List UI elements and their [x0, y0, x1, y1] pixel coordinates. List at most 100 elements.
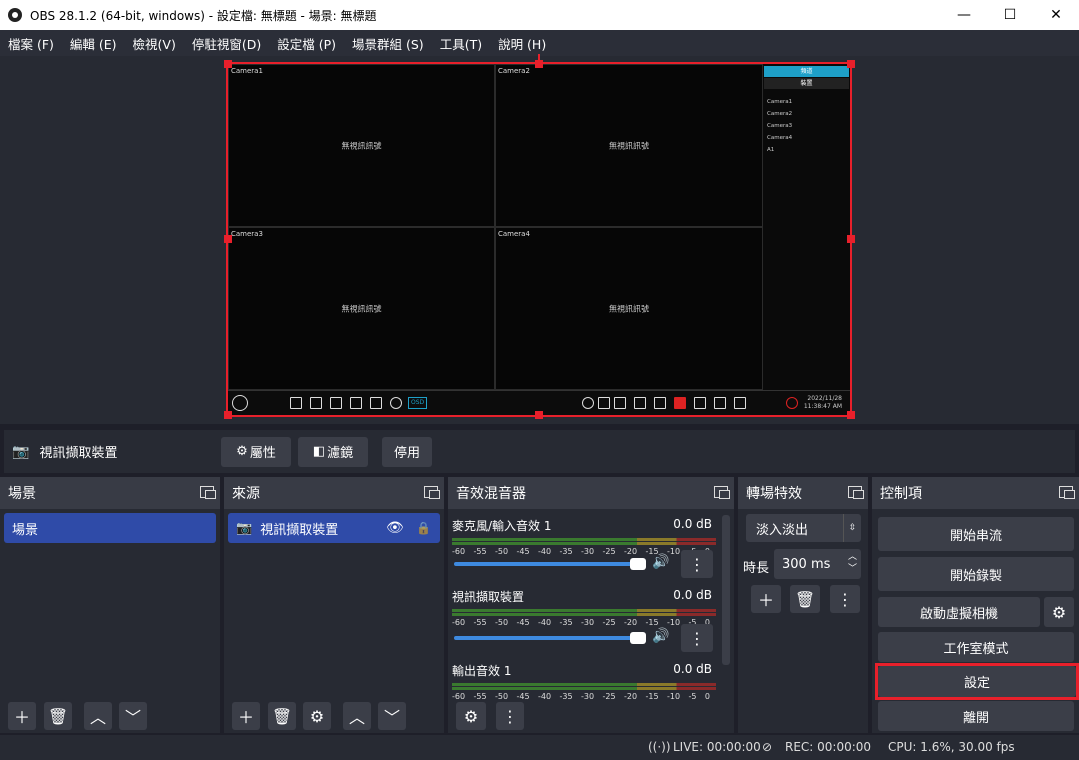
properties-button[interactable]: ⚙ 屬性 [221, 436, 291, 467]
transition-menu-button[interactable]: ⋮ [830, 585, 860, 613]
channel-menu-button[interactable]: ⋮ [681, 624, 713, 652]
start-virtual-camera-button[interactable]: 啟動虛擬相機 [878, 597, 1040, 627]
spin-arrows-icon[interactable]: ︿ ﹀ [848, 551, 857, 575]
playback-icon [654, 397, 666, 409]
close-button[interactable]: ✕ [1033, 0, 1079, 30]
audio-mixer-dock: 音效混音器 麥克風/輸入音效 1 0.0 dB -60 -55 -50 -45 -40 -3… [448, 477, 734, 733]
nvr-time: 11:38:47 AM [803, 403, 842, 410]
undock-icon[interactable] [424, 486, 440, 499]
resize-handle[interactable] [847, 60, 855, 68]
deactivate-button[interactable]: 停用 [382, 436, 432, 467]
source-item[interactable]: 📷 視訊擷取裝置 👁 🔒 [228, 513, 440, 543]
slider-handle[interactable] [630, 558, 646, 570]
menu-view[interactable]: 檢視(V) [129, 34, 180, 53]
speaker-icon[interactable]: 🔊 [652, 628, 669, 644]
slider-handle[interactable] [630, 632, 646, 644]
menu-scene-collection[interactable]: 場景群組 (S) [348, 34, 428, 53]
resize-handle[interactable] [847, 235, 855, 243]
undock-icon[interactable] [714, 486, 730, 499]
resize-handle[interactable] [224, 235, 232, 243]
meter-ticks: -60-55-50-45-40-35-30-25-20-15-10-50 [452, 692, 710, 701]
channel-menu-button[interactable]: ⋮ [681, 550, 713, 578]
camera-label: Camera1 [231, 67, 263, 75]
minimize-button[interactable]: — [941, 0, 987, 30]
start-streaming-button[interactable]: 開始串流 [878, 517, 1074, 551]
studio-mode-button[interactable]: 工作室模式 [878, 632, 1074, 662]
transition-select[interactable]: 淡入淡出 ⇳ [746, 514, 861, 542]
exit-button[interactable]: 離開 [878, 701, 1074, 731]
nvr-datetime: 2022/11/28 11:38:47 AM [804, 395, 842, 411]
add-source-button[interactable]: ＋ [232, 702, 260, 730]
chevron-up-icon: ︿ [89, 708, 106, 727]
channel-name: 視訊擷取裝置 [452, 590, 525, 604]
settings-icon [714, 397, 726, 409]
add-scene-button[interactable]: ＋ [8, 702, 36, 730]
dock-title: 場景 [8, 486, 36, 502]
remove-scene-button[interactable]: 🗑 [44, 702, 72, 730]
remove-transition-button[interactable]: 🗑 [790, 585, 820, 613]
rotation-handle[interactable] [538, 54, 540, 62]
preview-source-canvas[interactable]: Camera1 無視訊訊號 Camera2 無視訊訊號 Camera3 無視訊訊… [226, 62, 852, 417]
advanced-audio-button[interactable]: ⚙ [456, 702, 486, 730]
mixer-channel: 輸出音效 1 0.0 dB -60 -55 -50 -45 -40 -35 -30 -25 -20… [452, 662, 716, 701]
volume-meter [452, 609, 716, 612]
gear-icon: ⚙ [236, 444, 248, 459]
chevron-up-icon: ︿ [348, 708, 365, 727]
meter-ticks: -60-55-50-45-40-35-30-25-20-15-10-50 [452, 547, 710, 556]
status-bar: ((·)) LIVE: 00:00:00 ⊘ REC: 00:00:00 CPU… [0, 735, 1079, 760]
channel-item: Camera2 [767, 111, 793, 117]
resize-handle[interactable] [847, 411, 855, 419]
source-properties-button[interactable]: ⚙ [303, 702, 331, 730]
resize-handle[interactable] [224, 411, 232, 419]
add-transition-button[interactable]: ＋ [751, 585, 781, 613]
mixer-menu-button[interactable]: ⋮ [496, 702, 524, 730]
filters-button[interactable]: ◧ 濾鏡 [298, 436, 368, 467]
dock-title: 音效混音器 [456, 486, 526, 502]
duration-label: 時長 [743, 561, 770, 576]
camera-cell: Camera4 無視訊訊號 [495, 227, 763, 390]
menu-edit[interactable]: 編輯 (E) [66, 34, 121, 53]
resize-handle[interactable] [535, 411, 543, 419]
menu-profile[interactable]: 設定檔 (P) [273, 34, 340, 53]
nvr-date: 2022/11/28 [807, 395, 842, 402]
maximize-button[interactable]: ☐ [987, 0, 1033, 30]
move-scene-up-button[interactable]: ︿ [84, 702, 112, 730]
channel-tab: 頻道 [764, 66, 849, 77]
lock-icon[interactable]: 🔒 [416, 521, 431, 535]
menu-help[interactable]: 說明 (H) [494, 34, 550, 53]
nvr-channel-panel: 頻道 裝置 Camera1 Camera2 Camera3 Camera4 A1 [763, 64, 850, 390]
menu-file[interactable]: 檔案 (F) [4, 34, 58, 53]
undock-icon[interactable] [200, 486, 216, 499]
chevron-up-icon [598, 397, 610, 409]
sources-dock: 來源 📷 視訊擷取裝置 👁 🔒 ＋ 🗑 ⚙ ︿ ﹀ [224, 477, 444, 733]
volume-slider[interactable] [454, 632, 646, 644]
camera-label: Camera3 [231, 230, 263, 238]
start-recording-button[interactable]: 開始錄製 [878, 557, 1074, 591]
menu-docks[interactable]: 停駐視窗(D) [188, 34, 265, 53]
move-source-down-button[interactable]: ﹀ [378, 702, 406, 730]
settings-button[interactable]: 設定 [878, 666, 1076, 697]
resize-handle[interactable] [224, 60, 232, 68]
speaker-icon[interactable]: 🔊 [652, 554, 669, 570]
mixer-channel: 視訊擷取裝置 0.0 dB -60 -55 -50 -45 -40 -35 -30 -25 -20… [452, 588, 716, 652]
channel-name: 輸出音效 1 [452, 664, 512, 678]
move-scene-down-button[interactable]: ﹀ [119, 702, 147, 730]
scene-item[interactable]: 場景 [4, 513, 216, 543]
camera-cell: Camera3 無視訊訊號 [228, 227, 495, 390]
undock-icon[interactable] [1059, 486, 1075, 499]
menu-tools[interactable]: 工具(T) [436, 34, 486, 53]
duration-spinbox[interactable]: 300 ms ︿ ﹀ [774, 549, 861, 579]
volume-meter [452, 538, 716, 541]
chevron-down-icon: ﹀ [383, 708, 400, 727]
virtual-camera-settings-button[interactable]: ⚙ [1044, 597, 1074, 627]
no-signal-text: 無視訊訊號 [341, 141, 382, 150]
mixer-scrollbar[interactable] [722, 515, 730, 665]
meter-ticks: -60-55-50-45-40-35-30-25-20-15-10-50 [452, 618, 710, 627]
undock-icon[interactable] [848, 486, 864, 499]
channel-name: 麥克風/輸入音效 1 [452, 519, 552, 533]
no-signal-text: 無視訊訊號 [609, 141, 649, 150]
move-source-up-button[interactable]: ︿ [343, 702, 371, 730]
remove-source-button[interactable]: 🗑 [268, 702, 296, 730]
visibility-eye-icon[interactable]: 👁 [386, 520, 404, 536]
volume-slider[interactable] [454, 558, 646, 570]
